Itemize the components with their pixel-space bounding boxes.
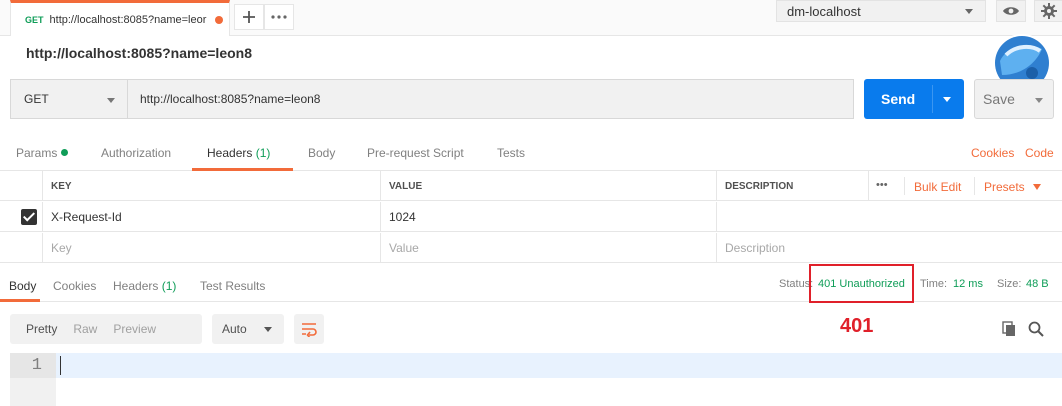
tab-authorization[interactable]: Authorization [101, 146, 171, 160]
table-row: X-Request-Id 1024 [0, 202, 1062, 232]
wrap-lines-icon [302, 323, 317, 337]
send-divider [932, 85, 933, 113]
tab-pre-request-script[interactable]: Pre-request Script [367, 146, 464, 160]
column-key: KEY [42, 171, 380, 201]
new-key-input[interactable]: Key [42, 233, 380, 263]
tab-title: http://localhost:8085?name=leor [49, 13, 207, 26]
text-cursor [60, 356, 61, 375]
plus-icon [243, 11, 255, 23]
request-tab[interactable]: GET http://localhost:8085?name=leor [10, 0, 230, 36]
table-row-new: Key Value Description [0, 233, 1062, 263]
save-button[interactable]: Save [974, 79, 1054, 119]
response-tab-headers[interactable]: Headers (1) [113, 279, 176, 293]
format-toggle-group: Pretty Raw Preview [10, 314, 202, 344]
save-label: Save [983, 91, 1015, 107]
send-button[interactable]: Send [864, 79, 964, 119]
search-button[interactable] [1028, 321, 1044, 340]
chevron-down-icon [107, 98, 115, 103]
copy-button[interactable] [1002, 321, 1016, 340]
response-body-editor[interactable]: 1 [10, 353, 1062, 406]
format-preview-button[interactable]: Preview [113, 322, 156, 336]
new-description-input[interactable]: Description [716, 233, 1062, 263]
format-pretty-button[interactable]: Pretty [26, 322, 57, 336]
format-raw-button[interactable]: Raw [73, 322, 97, 336]
tab-tests[interactable]: Tests [497, 146, 525, 160]
bulk-edit-button[interactable]: Bulk Edit [914, 180, 961, 194]
language-select[interactable]: Auto [212, 314, 284, 344]
tab-body[interactable]: Body [308, 146, 335, 160]
response-tab-headers-count: (1) [161, 279, 177, 293]
more-options-button[interactable]: ••• [876, 179, 888, 191]
method-select[interactable]: GET [10, 79, 127, 119]
wrap-lines-button[interactable] [294, 314, 324, 344]
url-input[interactable]: http://localhost:8085?name=leon8 [127, 79, 854, 119]
method-value: GET [24, 92, 49, 106]
eye-icon [1003, 7, 1019, 15]
tab-options-button[interactable] [264, 4, 294, 30]
tab-strip: GET http://localhost:8085?name=leor dm-l… [0, 0, 1062, 36]
chevron-down-icon [965, 9, 973, 14]
environment-value: dm-localhost [787, 3, 861, 19]
language-value: Auto [222, 322, 247, 336]
tab-headers-label: Headers [207, 146, 253, 160]
header-key-cell[interactable]: X-Request-Id [42, 202, 380, 232]
search-icon [1028, 321, 1044, 337]
new-value-input[interactable]: Value [380, 233, 716, 263]
tab-headers[interactable]: Headers (1) [207, 146, 270, 160]
row-enabled-checkbox[interactable] [21, 209, 37, 225]
time-label: Time: [920, 278, 948, 290]
header-value-cell[interactable]: 1024 [380, 202, 716, 232]
response-tab-headers-label: Headers [113, 279, 159, 293]
unsaved-dot-icon [215, 16, 223, 24]
response-tab-test-results[interactable]: Test Results [200, 279, 265, 293]
request-name: http://localhost:8085?name=leon8 [26, 45, 252, 61]
annotation-highlight-box [809, 264, 914, 303]
response-tab-body[interactable]: Body [9, 279, 36, 293]
active-tab-indicator [0, 299, 40, 302]
headers-table-header: KEY VALUE DESCRIPTION ••• Bulk Edit Pres… [0, 171, 1062, 201]
tab-params-label: Params [16, 146, 58, 160]
code-link[interactable]: Code [1025, 146, 1054, 160]
size-label: Size: [997, 278, 1022, 290]
tab-method: GET [25, 14, 44, 25]
line-number: 1 [10, 353, 56, 378]
header-description-cell[interactable] [716, 202, 1062, 232]
environment-quick-look-button[interactable] [996, 0, 1026, 22]
send-label: Send [881, 91, 916, 107]
column-value: VALUE [380, 171, 716, 201]
presets-button[interactable]: Presets [984, 180, 1042, 194]
url-value: http://localhost:8085?name=leon8 [140, 92, 321, 106]
ellipsis-icon [271, 15, 287, 19]
annotation-label: 401 [840, 315, 874, 337]
tab-params[interactable]: Params [16, 146, 69, 160]
active-line [56, 353, 1062, 378]
time-value[interactable]: 12 ms [953, 278, 983, 290]
chevron-down-icon[interactable] [943, 97, 951, 102]
size-value[interactable]: 48 B [1026, 278, 1049, 290]
tab-headers-count: (1) [255, 146, 271, 160]
chevron-down-icon[interactable] [1035, 98, 1043, 103]
new-tab-button[interactable] [234, 4, 264, 30]
presets-label: Presets [984, 180, 1025, 194]
request-tabs: Params Authorization Headers (1) Body Pr… [0, 139, 1062, 171]
gear-icon [1041, 3, 1057, 19]
caret-down-icon [1033, 184, 1042, 190]
cookies-link[interactable]: Cookies [971, 146, 1014, 160]
copy-icon [1002, 321, 1015, 336]
chevron-down-icon [264, 327, 272, 332]
params-indicator-icon [61, 149, 69, 156]
response-tab-cookies[interactable]: Cookies [53, 279, 96, 293]
manage-environments-button[interactable] [1034, 0, 1062, 22]
environment-select[interactable]: dm-localhost [776, 0, 986, 22]
